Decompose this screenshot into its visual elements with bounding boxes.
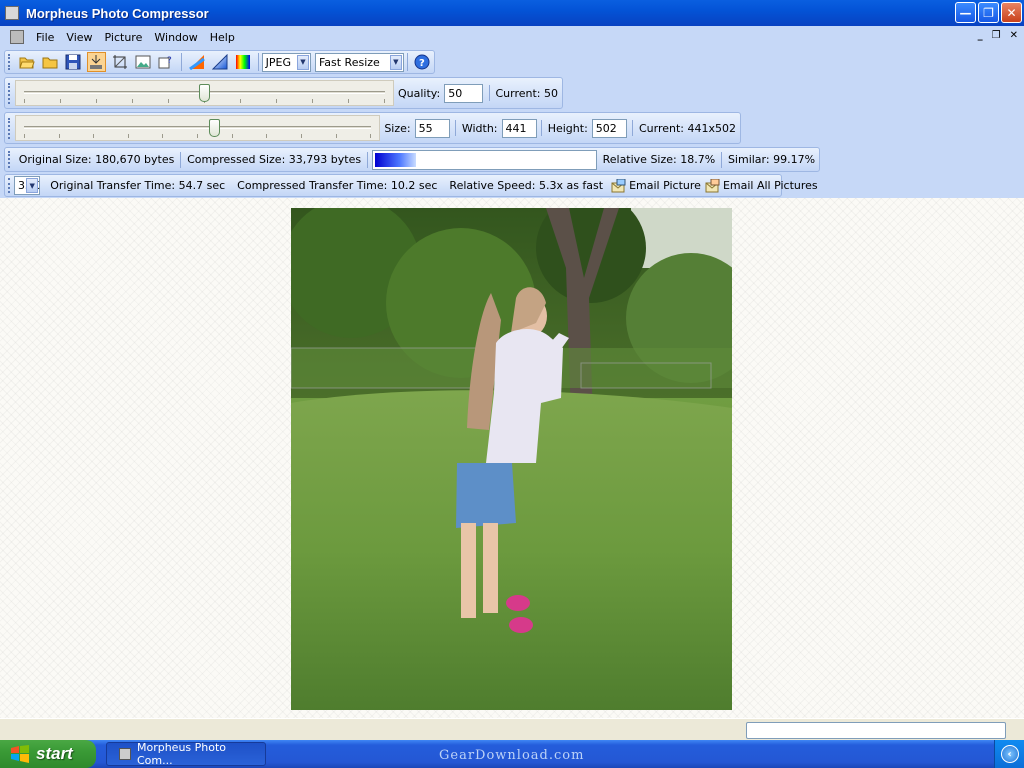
close-icon: ✕: [1006, 5, 1017, 20]
email-picture-label: Email Picture: [629, 179, 701, 192]
spectrum-icon[interactable]: [233, 52, 252, 72]
toolbar-separator: [180, 53, 182, 71]
stats-toolbar: Original Size: 180,670 bytes Compressed …: [4, 147, 820, 172]
start-label: start: [36, 744, 73, 763]
menu-bar: File View Picture Window Help _ ❐ ✕: [0, 26, 1024, 48]
chevron-down-icon[interactable]: ▼: [389, 54, 402, 70]
system-tray: ‹: [994, 740, 1024, 768]
toolbar-grip[interactable]: [8, 82, 11, 104]
mdi-restore-icon[interactable]: ❐: [992, 30, 1001, 41]
toolbar-separator: [257, 53, 259, 71]
chevron-down-icon[interactable]: ▼: [26, 178, 39, 193]
picture-icon[interactable]: [133, 52, 152, 72]
compressed-transfer-time: Compressed Transfer Time: 10.2 sec: [237, 179, 438, 192]
svg-text:?: ?: [419, 58, 425, 69]
size-current: Current: 441x502: [638, 121, 737, 135]
format-value: JPEG: [265, 55, 291, 69]
quality-slider[interactable]: [14, 80, 394, 106]
toolbar-grip[interactable]: [8, 117, 11, 139]
crop-icon[interactable]: [110, 52, 129, 72]
toolbar-area: File View Picture Window Help _ ❐ ✕ ? JP…: [0, 26, 1024, 198]
main-toolbar: ? JPEG ▼ Fast Resize ▼ ?: [4, 50, 435, 74]
size-input[interactable]: 55: [414, 118, 450, 138]
help-icon[interactable]: ?: [413, 52, 432, 72]
toolbar-grip[interactable]: [8, 151, 11, 168]
size-toolbar: Size: 55 Width: 441 Height: 502 Current:…: [4, 112, 741, 144]
minimize-button[interactable]: —: [955, 2, 976, 23]
window-title: Morpheus Photo Compressor: [26, 5, 209, 21]
resize-mode-value: Fast Resize: [318, 55, 380, 69]
menu-help[interactable]: Help: [204, 31, 241, 44]
transfer-toolbar: 33K ▼ Original Transfer Time: 54.7 sec C…: [4, 174, 818, 197]
compressed-size: Compressed Size: 33,793 bytes: [187, 153, 362, 166]
toolbar-grip[interactable]: [8, 178, 10, 193]
open-icon[interactable]: [17, 52, 36, 72]
width-label: Width:: [461, 121, 498, 135]
chevron-down-icon[interactable]: ▼: [296, 54, 309, 70]
picture-help-icon[interactable]: ?: [157, 52, 176, 72]
start-button[interactable]: start: [0, 740, 96, 768]
compress-icon[interactable]: [86, 52, 107, 72]
menu-view[interactable]: View: [60, 31, 98, 44]
relative-speed: Relative Speed: 5.3x as fast: [449, 179, 604, 192]
restore-button[interactable]: ❐: [978, 2, 999, 23]
similarity: Similar: 99.17%: [727, 153, 816, 166]
status-bar: [0, 718, 1024, 740]
relative-size-bar: [371, 149, 597, 170]
size-label: Size:: [384, 121, 411, 135]
email-all-pictures-button[interactable]: Email All Pictures: [705, 178, 822, 193]
quality-input[interactable]: 50: [444, 83, 483, 103]
app-icon[interactable]: [5, 6, 19, 20]
taskbar-app-button[interactable]: Morpheus Photo Com...: [106, 741, 266, 767]
tray-arrow-icon[interactable]: ‹: [1000, 745, 1019, 763]
svg-text:?: ?: [167, 56, 172, 66]
document-icon[interactable]: [10, 30, 24, 44]
taskbar-app-label: Morpheus Photo Com...: [136, 741, 227, 767]
email-all-label: Email All Pictures: [722, 179, 818, 192]
quality-slider-thumb[interactable]: [198, 84, 210, 102]
toolbar-grip[interactable]: [8, 54, 11, 70]
quality-current: Current: 50: [495, 86, 558, 100]
taskbar: start Morpheus Photo Com... GearDownload…: [0, 740, 1024, 768]
menu-picture[interactable]: Picture: [99, 31, 149, 44]
image-canvas[interactable]: [0, 198, 1024, 718]
quality-label: Quality:: [397, 86, 441, 100]
gradient-icon[interactable]: [210, 52, 229, 72]
menu-file[interactable]: File: [30, 31, 60, 44]
compressed-photo: [291, 208, 732, 710]
menu-window[interactable]: Window: [148, 31, 203, 44]
relative-size-fill: [374, 152, 416, 167]
app-icon: [119, 748, 131, 760]
width-input[interactable]: 441: [501, 118, 537, 138]
open-folder-icon[interactable]: [40, 52, 59, 72]
email-icon: [611, 178, 626, 192]
close-button[interactable]: ✕: [1001, 2, 1022, 23]
original-size: Original Size: 180,670 bytes: [18, 153, 175, 166]
app-window: Morpheus Photo Compressor — ❐ ✕ File Vie…: [0, 0, 1024, 768]
status-panel: [746, 722, 1006, 739]
size-slider[interactable]: [14, 115, 381, 141]
email-picture-button[interactable]: Email Picture: [611, 178, 705, 193]
save-icon[interactable]: [64, 52, 83, 72]
minimize-icon: —: [959, 5, 972, 20]
relative-size: Relative Size: 18.7%: [602, 153, 716, 166]
restore-icon: ❐: [983, 5, 994, 20]
format-select[interactable]: JPEG ▼: [261, 52, 311, 72]
height-input[interactable]: 502: [591, 118, 628, 138]
height-label: Height:: [547, 121, 588, 135]
email-all-icon: [705, 178, 720, 192]
size-slider-thumb[interactable]: [208, 119, 220, 137]
title-bar[interactable]: Morpheus Photo Compressor — ❐ ✕: [0, 0, 1024, 26]
watermark: GearDownload.com: [439, 748, 585, 763]
toolbar-separator: [406, 53, 408, 71]
mdi-close-icon[interactable]: ✕: [1010, 30, 1018, 41]
resize-mode-select[interactable]: Fast Resize ▼: [314, 52, 404, 72]
windows-logo-icon: [11, 745, 29, 763]
mdi-minimize-icon[interactable]: _: [978, 30, 983, 41]
connection-speed-select[interactable]: 33K ▼: [14, 176, 41, 195]
quality-toolbar: Quality: 50 Current: 50: [4, 77, 563, 109]
original-transfer-time: Original Transfer Time: 54.7 sec: [50, 179, 226, 192]
color-palette-icon[interactable]: [187, 52, 206, 72]
